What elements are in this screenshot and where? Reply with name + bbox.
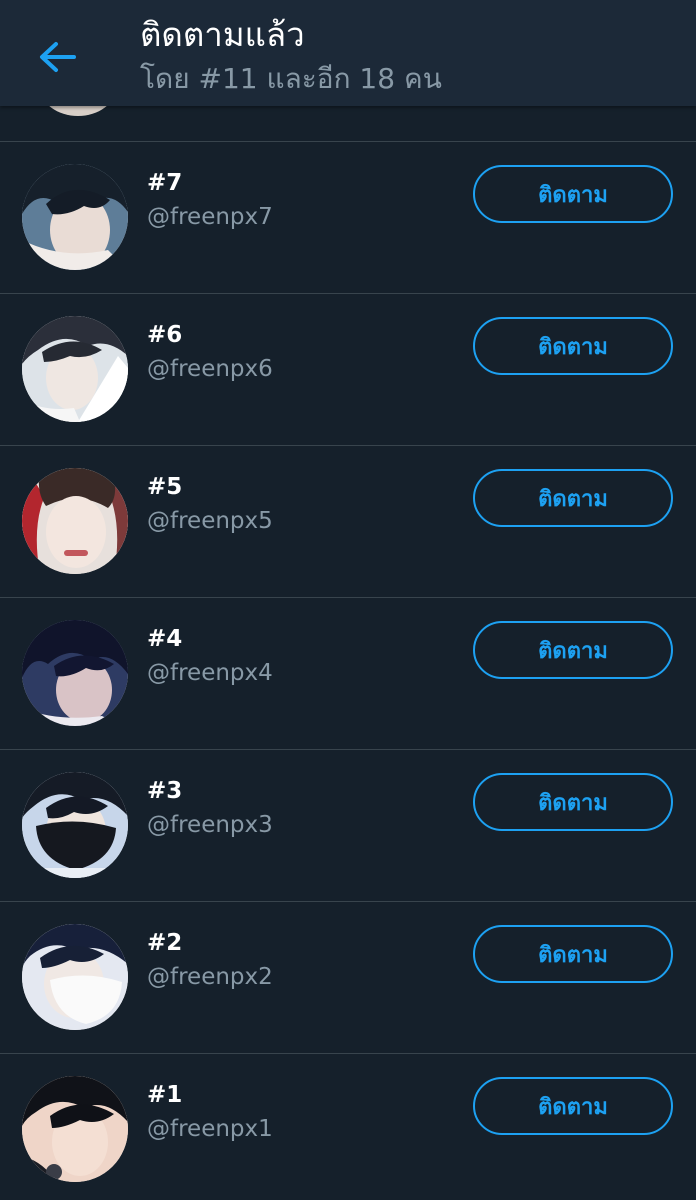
user-name: #1 <box>147 1082 183 1108</box>
user-name: #4 <box>147 626 183 652</box>
follow-button[interactable]: ติดตาม <box>473 165 673 223</box>
user-name: #7 <box>147 170 183 196</box>
app-window: #7 @freenpx7 ติดตาม #6 @freenpx6 ติดตาม <box>0 0 696 1200</box>
back-button[interactable] <box>30 28 86 84</box>
list-item[interactable]: #3 @freenpx3 ติดตาม <box>0 750 696 902</box>
follow-button[interactable]: ติดตาม <box>473 469 673 527</box>
user-handle: @freenpx7 <box>147 204 273 230</box>
avatar-photo-icon <box>22 316 128 422</box>
avatar[interactable] <box>22 924 128 1030</box>
user-name: #6 <box>147 322 183 348</box>
list-item[interactable]: #4 @freenpx4 ติดตาม <box>0 598 696 750</box>
user-name: #5 <box>147 474 183 500</box>
page-title: ติดตามแล้ว <box>140 15 305 54</box>
follow-button[interactable]: ติดตาม <box>473 621 673 679</box>
list-item[interactable]: #6 @freenpx6 ติดตาม <box>0 294 696 446</box>
user-handle: @freenpx1 <box>147 1116 273 1142</box>
avatar[interactable] <box>22 468 128 574</box>
avatar[interactable] <box>22 772 128 878</box>
avatar-photo-icon <box>22 164 128 270</box>
avatar-photo-icon <box>22 1076 128 1182</box>
user-handle: @freenpx4 <box>147 660 273 686</box>
user-name: #3 <box>147 778 183 804</box>
user-name: #2 <box>147 930 183 956</box>
follow-button[interactable]: ติดตาม <box>473 925 673 983</box>
list-item[interactable]: #7 @freenpx7 ติดตาม <box>0 142 696 294</box>
list-item[interactable]: #5 @freenpx5 ติดตาม <box>0 446 696 598</box>
user-handle: @freenpx2 <box>147 964 273 990</box>
avatar-photo-icon <box>22 772 128 878</box>
avatar-photo-icon <box>22 620 128 726</box>
avatar-photo-icon <box>22 468 128 574</box>
follow-button[interactable]: ติดตาม <box>473 773 673 831</box>
follow-button[interactable]: ติดตาม <box>473 317 673 375</box>
user-handle: @freenpx5 <box>147 508 273 534</box>
list-item[interactable]: #2 @freenpx2 ติดตาม <box>0 902 696 1054</box>
avatar[interactable] <box>22 620 128 726</box>
user-handle: @freenpx3 <box>147 812 273 838</box>
user-handle: @freenpx6 <box>147 356 273 382</box>
avatar-photo-icon <box>22 924 128 1030</box>
user-list[interactable]: #7 @freenpx7 ติดตาม #6 @freenpx6 ติดตาม <box>0 0 696 1200</box>
avatar[interactable] <box>22 164 128 270</box>
top-app-bar: ติดตามแล้ว โดย #11 และอีก 18 คน <box>0 0 696 106</box>
arrow-left-icon <box>40 42 76 72</box>
avatar[interactable] <box>22 1076 128 1182</box>
avatar[interactable] <box>22 316 128 422</box>
list-item[interactable]: #1 @freenpx1 ติดตาม <box>0 1054 696 1200</box>
follow-button[interactable]: ติดตาม <box>473 1077 673 1135</box>
page-subtitle: โดย #11 และอีก 18 คน <box>140 62 442 95</box>
